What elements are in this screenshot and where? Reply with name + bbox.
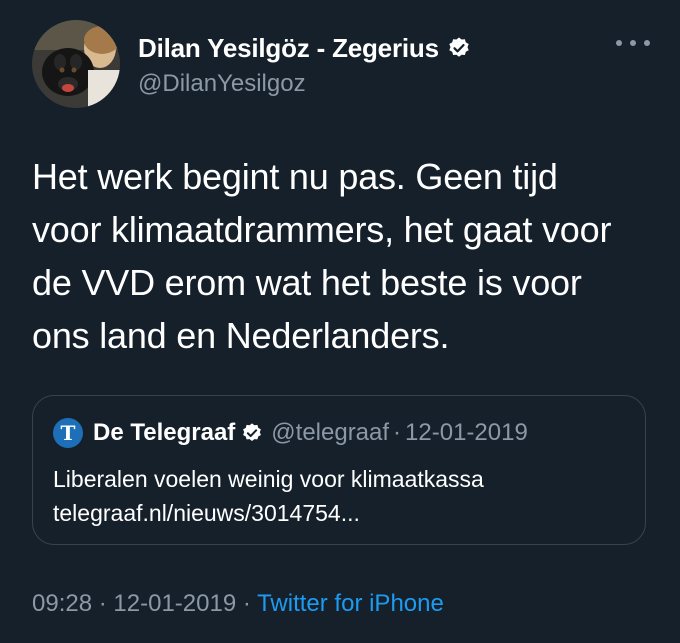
tweet-date[interactable]: 12-01-2019 xyxy=(113,590,236,617)
telegraaf-logo-icon: T xyxy=(53,418,83,448)
quoted-author-handle: @telegraaf xyxy=(271,419,390,446)
tweet-source-link[interactable]: Twitter for iPhone xyxy=(257,590,444,617)
author-name[interactable]: Dilan Yesilgöz - Zegerius xyxy=(138,33,439,64)
avatar[interactable] xyxy=(32,20,120,108)
dot xyxy=(644,40,650,46)
tweet-text: Het werk begint nu pas. Geen tijd voor k… xyxy=(32,156,612,356)
quoted-tweet[interactable]: T De Telegraaf @telegraaf · 12-01-2019 L… xyxy=(32,395,646,545)
quoted-tweet-header: T De Telegraaf @telegraaf · 12-01-2019 xyxy=(53,418,528,448)
quoted-tweet-text-line: Liberalen voelen weinig voor klimaatkass… xyxy=(53,466,484,492)
verified-badge-icon xyxy=(447,36,471,60)
separator: · xyxy=(242,590,251,617)
separator: · xyxy=(98,590,107,617)
separator: · xyxy=(393,419,402,446)
author-handle[interactable]: @DilanYesilgoz xyxy=(138,70,306,98)
quoted-tweet-date: 12-01-2019 xyxy=(405,419,528,446)
tweet-time[interactable]: 09:28 xyxy=(32,590,92,617)
avatar-image xyxy=(32,20,120,108)
dot xyxy=(616,40,622,46)
quoted-author-name: De Telegraaf xyxy=(93,419,236,446)
dot xyxy=(630,40,636,46)
quoted-tweet-link[interactable]: telegraaf.nl/nieuws/3014754... xyxy=(53,500,360,527)
more-options-icon[interactable] xyxy=(616,33,650,53)
tweet-meta: 09:28 · 12-01-2019 · Twitter for iPhone xyxy=(32,590,444,618)
author-name-row: Dilan Yesilgöz - Zegerius xyxy=(138,30,471,66)
tweet-card: Dilan Yesilgöz - Zegerius @DilanYesilgoz… xyxy=(0,0,680,643)
verified-badge-icon xyxy=(241,422,263,444)
